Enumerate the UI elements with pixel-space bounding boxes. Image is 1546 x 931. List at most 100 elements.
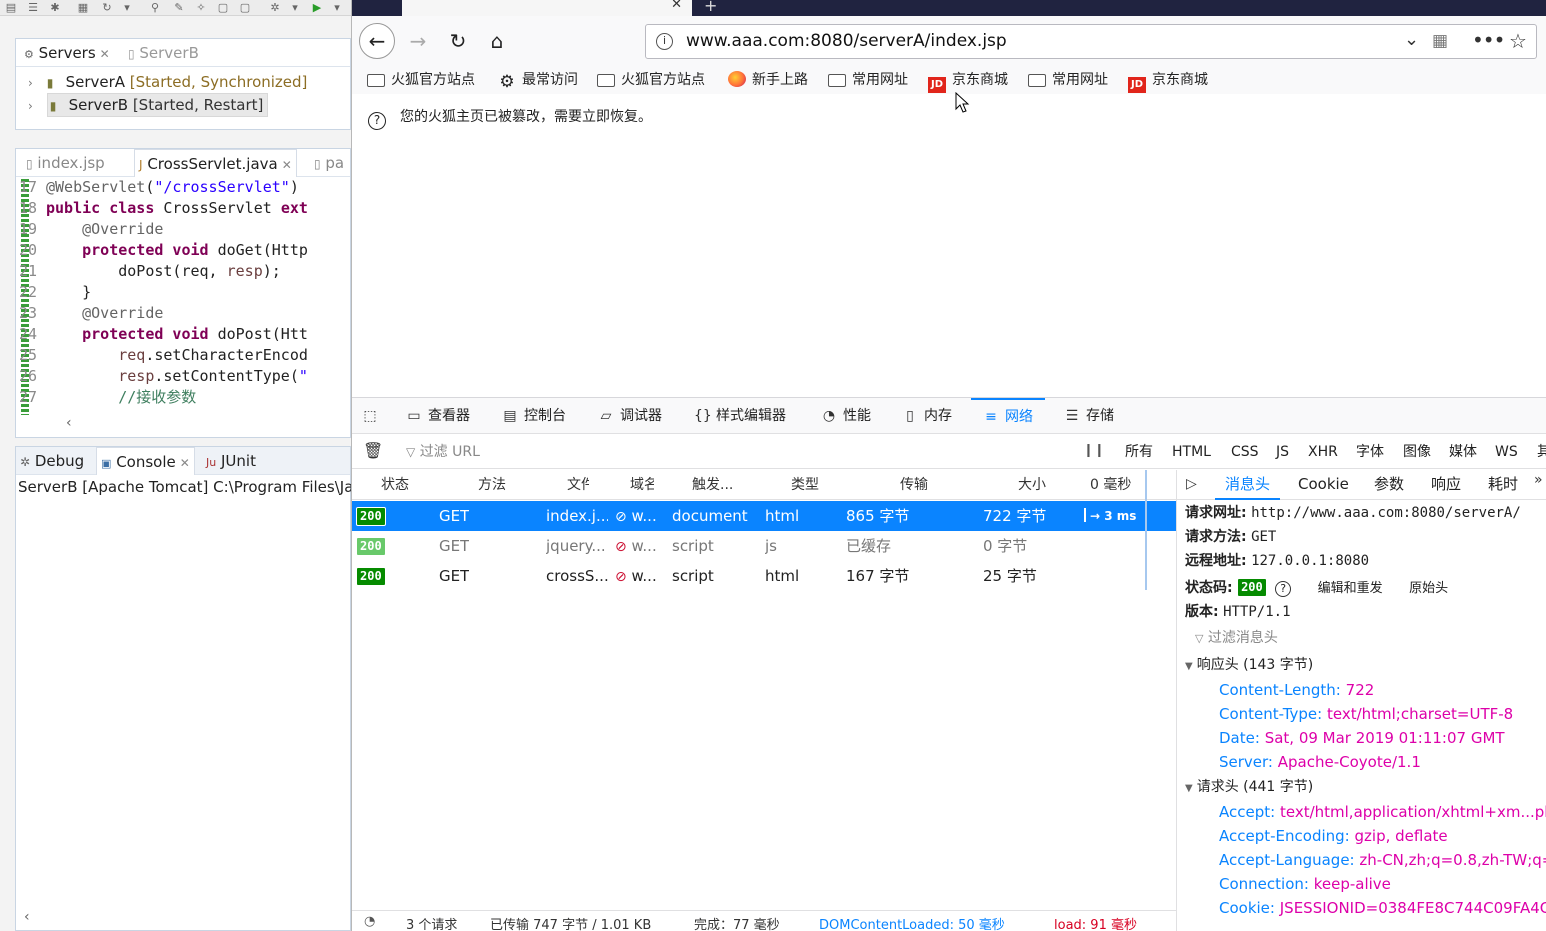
- toolbar-icon[interactable]: ✱: [48, 1, 62, 14]
- filter-css[interactable]: CSS: [1231, 435, 1259, 469]
- request-row[interactable]: 200 GET crossS... ⊘ w... script html 167…: [352, 561, 1176, 591]
- raw-headers-button[interactable]: 原始头: [1409, 581, 1448, 596]
- expand-icon[interactable]: ›: [28, 72, 42, 94]
- code-line[interactable]: 19 @Override: [16, 219, 163, 240]
- tab-debug[interactable]: ✲ Debug: [20, 447, 84, 475]
- response-headers-section[interactable]: ▼ 响应头 (143 字节): [1185, 653, 1313, 677]
- reload-button[interactable]: ↻: [441, 24, 475, 58]
- filter-other[interactable]: 其: [1537, 435, 1546, 469]
- filter-images[interactable]: 图像: [1403, 435, 1431, 469]
- tab-servers[interactable]: ⚙ Servers ✕: [24, 39, 110, 67]
- bookmark-folder[interactable]: 火狐官方站点: [597, 68, 705, 92]
- server-row[interactable]: › ▮ ServerB [Started, Restart]: [16, 93, 269, 117]
- info-icon[interactable]: i: [656, 33, 673, 50]
- code-line[interactable]: 22 }: [16, 282, 91, 303]
- page-actions-icon[interactable]: •••: [1472, 28, 1505, 52]
- filter-fonts[interactable]: 字体: [1356, 435, 1384, 469]
- dropdown-icon[interactable]: ▾: [120, 1, 134, 14]
- tab-cookie[interactable]: Cookie: [1298, 470, 1349, 500]
- tab-response[interactable]: 响应: [1431, 470, 1461, 500]
- toolbar-icon[interactable]: ⚲: [148, 1, 162, 14]
- code-line[interactable]: 24 protected void doPost(Htt: [16, 324, 308, 345]
- toolbar-icon[interactable]: ▤: [4, 1, 18, 14]
- close-icon[interactable]: ✕: [180, 456, 190, 470]
- close-icon[interactable]: ✕: [100, 47, 110, 61]
- bookmark-folder[interactable]: ⚙ 最常访问: [498, 68, 578, 92]
- filter-url-input[interactable]: ▽ 过滤 URL: [406, 435, 480, 469]
- scroll-left-icon[interactable]: ‹: [66, 415, 72, 431]
- tab-pa[interactable]: ▯ pa: [314, 149, 344, 177]
- code-line[interactable]: 21 doPost(req, resp);: [16, 261, 281, 282]
- url-text[interactable]: www.aaa.com:8080/serverA/index.jsp: [686, 25, 1007, 58]
- tab-style-editor[interactable]: {} 样式编辑器: [694, 398, 786, 434]
- toggle-sidebar-icon[interactable]: ▷: [1186, 476, 1197, 492]
- debug-icon[interactable]: ✲: [268, 1, 282, 14]
- edit-resend-button[interactable]: 编辑和重发: [1318, 581, 1383, 596]
- chevron-right-icon[interactable]: »: [1534, 472, 1543, 488]
- filter-js[interactable]: JS: [1276, 435, 1289, 469]
- home-button[interactable]: ⌂: [480, 24, 514, 58]
- tab-performance[interactable]: ◔ 性能: [821, 398, 871, 434]
- toolbar-icon[interactable]: ✧: [194, 1, 208, 14]
- column-file[interactable]: 文件: [567, 470, 589, 500]
- code-line[interactable]: 18 public class CrossServlet ext: [16, 198, 308, 219]
- tab-headers[interactable]: 消息头: [1215, 470, 1281, 500]
- tab-storage[interactable]: ☰ 存储: [1064, 398, 1114, 434]
- toolbar-icon[interactable]: ▢: [216, 1, 230, 14]
- tab-network[interactable]: ≡ 网络: [971, 398, 1045, 434]
- pause-icon[interactable]: ❙❙: [1083, 443, 1105, 458]
- tab-console[interactable]: ▣ Console ✕: [96, 447, 195, 475]
- filter-media[interactable]: 媒体: [1449, 435, 1477, 469]
- request-row[interactable]: 200 GET jquery... ⊘ w... script js 已缓存 0…: [352, 531, 1176, 561]
- code-line[interactable]: 26 resp.setContentType(": [16, 366, 308, 387]
- run-icon[interactable]: ▶: [310, 1, 324, 14]
- bookmark-folder[interactable]: 常用网址: [1028, 68, 1108, 92]
- filter-headers-input[interactable]: ▽ 过滤消息头: [1195, 626, 1278, 650]
- toolbar-icon[interactable]: ▦: [76, 1, 90, 14]
- bookmark-link[interactable]: 新手上路: [728, 68, 808, 92]
- bookmark-folder[interactable]: 常用网址: [828, 68, 908, 92]
- qr-code-icon[interactable]: ▦: [1432, 31, 1448, 51]
- bookmark-star-icon[interactable]: ☆: [1509, 29, 1527, 53]
- tab-console[interactable]: ▤ 控制台: [502, 398, 566, 434]
- request-headers-section[interactable]: ▼ 请求头 (441 字节): [1185, 775, 1313, 799]
- toolbar-icon[interactable]: ☰: [26, 1, 40, 14]
- bookmark-folder[interactable]: 火狐官方站点: [367, 68, 475, 92]
- toolbar-icon[interactable]: ✎: [172, 1, 186, 14]
- tab-params[interactable]: 参数: [1374, 470, 1404, 500]
- chevron-down-icon[interactable]: ⌄: [1404, 29, 1419, 50]
- tab-memory[interactable]: ▯ 内存: [902, 398, 952, 434]
- tab-crossservlet-java[interactable]: J CrossServlet.java ✕: [134, 149, 297, 177]
- request-row[interactable]: 200 GET index.j... ⊘ w... document html …: [352, 501, 1176, 531]
- column-size[interactable]: 大小: [1018, 470, 1046, 500]
- refresh-icon[interactable]: ↻: [100, 1, 114, 14]
- forward-button[interactable]: →: [401, 24, 435, 58]
- expand-icon[interactable]: ›: [28, 95, 42, 117]
- url-bar[interactable]: i www.aaa.com:8080/serverA/index.jsp ⌄ ▦…: [645, 24, 1537, 59]
- filter-xhr[interactable]: XHR: [1308, 435, 1338, 469]
- filter-html[interactable]: HTML: [1172, 435, 1211, 469]
- column-domain[interactable]: 域名: [630, 470, 654, 500]
- filter-ws[interactable]: WS: [1495, 435, 1518, 469]
- code-line[interactable]: 20 protected void doGet(Http: [16, 240, 308, 261]
- element-picker-button[interactable]: ⬚: [362, 398, 384, 434]
- server-row[interactable]: › ▮ ServerA [Started, Synchronized]: [16, 71, 307, 93]
- code-line[interactable]: 23 @Override: [16, 303, 163, 324]
- close-icon[interactable]: ✕: [282, 158, 292, 172]
- back-button[interactable]: ←: [359, 23, 395, 59]
- homepage-notice[interactable]: ? 您的火狐主页已被篡改，需要立即恢复。: [368, 106, 652, 130]
- browser-tab[interactable]: ✕: [402, 0, 692, 16]
- dropdown-icon[interactable]: ▾: [330, 1, 344, 14]
- close-tab-icon[interactable]: ✕: [671, 0, 682, 12]
- code-line[interactable]: 17 @WebServlet("/crossServlet"): [16, 177, 299, 198]
- tab-debugger[interactable]: ▱ 调试器: [598, 398, 662, 434]
- tab-timings[interactable]: 耗时: [1488, 470, 1518, 500]
- bookmark-link[interactable]: JD 京东商城: [928, 68, 1008, 93]
- column-transferred[interactable]: 传输: [900, 470, 928, 500]
- filter-all[interactable]: 所有: [1125, 435, 1153, 469]
- trash-icon[interactable]: 🗑: [363, 441, 383, 460]
- column-method[interactable]: 方法: [478, 470, 506, 500]
- column-type[interactable]: 类型: [791, 470, 819, 500]
- code-line[interactable]: 27 //接收参数: [16, 387, 196, 408]
- code-line[interactable]: 25 req.setCharacterEncod: [16, 345, 308, 366]
